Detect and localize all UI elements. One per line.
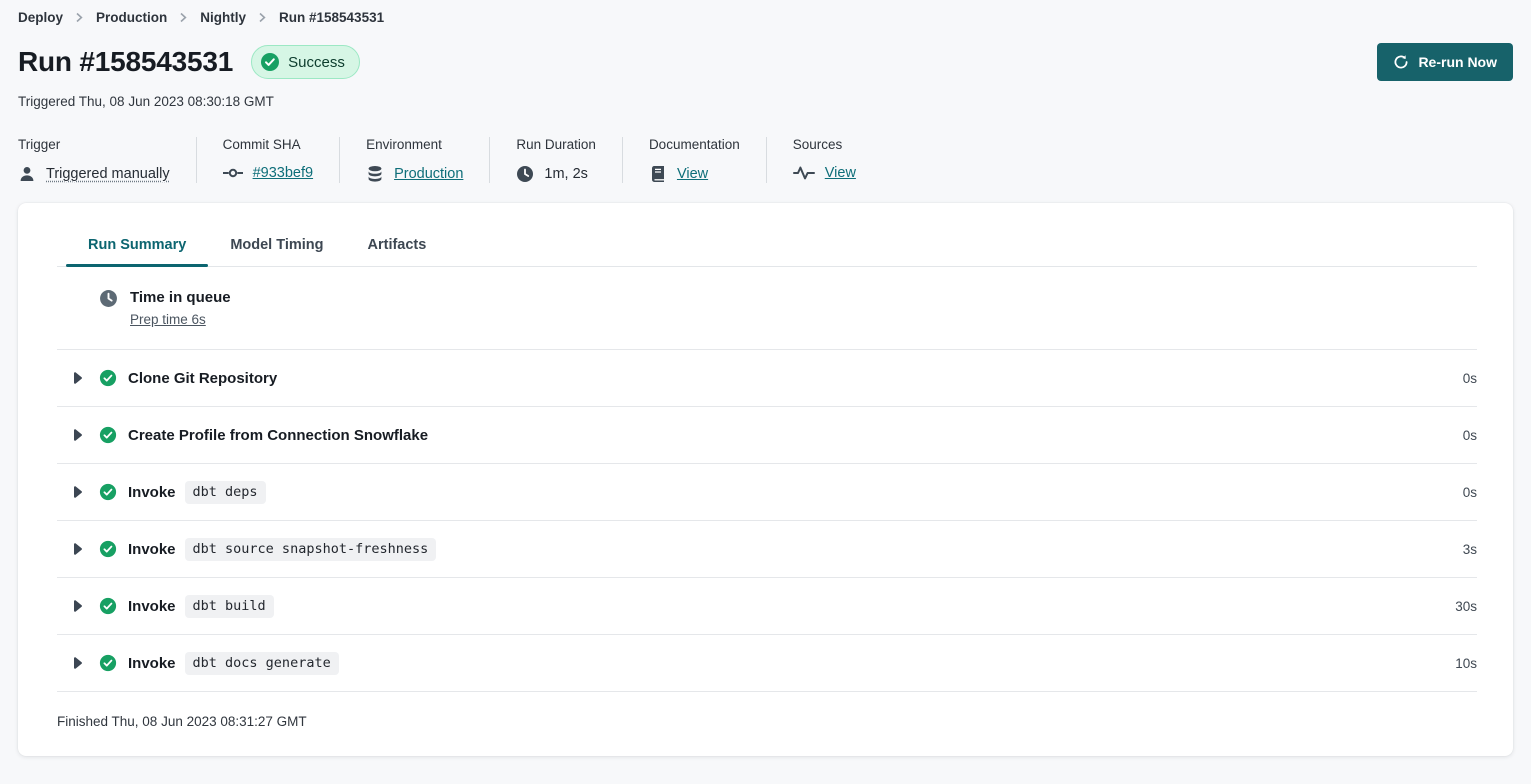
rerun-now-button[interactable]: Re-run Now	[1377, 43, 1513, 81]
chevron-right-icon	[179, 12, 188, 23]
expand-caret-icon[interactable]	[73, 543, 85, 555]
success-check-icon	[99, 540, 117, 558]
page-header: Deploy Production Nightly Run #158543531…	[0, 0, 1531, 183]
meta-run-duration: Run Duration 1m, 2s	[489, 137, 622, 183]
step-duration: 10s	[1455, 656, 1477, 671]
title-row: Run #158543531 Success Re-run Now	[18, 43, 1513, 81]
success-check-icon	[99, 597, 117, 615]
sources-view-link[interactable]: View	[825, 165, 856, 181]
tab-model-timing[interactable]: Model Timing	[208, 225, 345, 266]
time-in-queue-row: Time in queue Prep time 6s	[57, 267, 1477, 350]
step-row-docs-generate: Invoke dbt docs generate 10s	[57, 635, 1477, 692]
success-check-icon	[99, 369, 117, 387]
run-meta-row: Trigger Triggered manually Commit SHA #9…	[18, 137, 1513, 183]
meta-commit-label: Commit SHA	[223, 137, 313, 152]
tab-bar: Run Summary Model Timing Artifacts	[57, 225, 1477, 267]
expand-caret-icon[interactable]	[73, 486, 85, 498]
documentation-view-link[interactable]: View	[677, 166, 708, 182]
meta-sources: Sources View	[766, 137, 882, 183]
breadcrumb-current-run: Run #158543531	[279, 10, 384, 25]
breadcrumb: Deploy Production Nightly Run #158543531	[18, 10, 1513, 25]
rerun-now-label: Re-run Now	[1418, 54, 1497, 70]
meta-sources-label: Sources	[793, 137, 856, 152]
step-row-dbt-build: Invoke dbt build 30s	[57, 578, 1477, 635]
meta-environment-label: Environment	[366, 137, 463, 152]
breadcrumb-production[interactable]: Production	[96, 10, 167, 25]
tab-run-summary[interactable]: Run Summary	[66, 225, 208, 266]
person-icon	[18, 165, 36, 183]
queue-clock-icon	[99, 289, 118, 308]
status-badge: Success	[251, 45, 360, 79]
tab-artifacts[interactable]: Artifacts	[346, 225, 449, 266]
chevron-right-icon	[75, 12, 84, 23]
step-duration: 30s	[1455, 599, 1477, 614]
expand-caret-icon[interactable]	[73, 600, 85, 612]
meta-documentation-label: Documentation	[649, 137, 740, 152]
success-check-icon	[99, 426, 117, 444]
expand-caret-icon[interactable]	[73, 372, 85, 384]
step-label: Create Profile from Connection Snowflake	[128, 427, 428, 444]
breadcrumb-deploy[interactable]: Deploy	[18, 10, 63, 25]
step-row-dbt-deps: Invoke dbt deps 0s	[57, 464, 1477, 521]
book-icon	[649, 165, 667, 183]
chevron-right-icon	[258, 12, 267, 23]
clock-icon	[516, 165, 534, 183]
pulse-icon	[793, 165, 815, 181]
step-duration: 0s	[1463, 371, 1477, 386]
step-duration: 3s	[1463, 542, 1477, 557]
step-command-chip: dbt build	[185, 595, 274, 618]
step-duration: 0s	[1463, 428, 1477, 443]
expand-caret-icon[interactable]	[73, 657, 85, 669]
meta-commit-sha: Commit SHA #933bef9	[196, 137, 339, 183]
step-label: Invoke	[128, 655, 176, 672]
expand-caret-icon[interactable]	[73, 429, 85, 441]
page-title: Run #158543531	[18, 46, 233, 78]
database-icon	[366, 165, 384, 183]
commit-icon	[223, 166, 243, 180]
step-command-chip: dbt docs generate	[185, 652, 339, 675]
step-label: Invoke	[128, 484, 176, 501]
queue-title: Time in queue	[130, 289, 231, 306]
success-check-icon	[99, 654, 117, 672]
environment-link[interactable]: Production	[394, 166, 463, 182]
step-row-source-freshness: Invoke dbt source snapshot-freshness 3s	[57, 521, 1477, 578]
finished-timestamp: Finished Thu, 08 Jun 2023 08:31:27 GMT	[57, 692, 1477, 729]
meta-trigger: Trigger Triggered manually	[18, 137, 196, 183]
step-row-create-profile: Create Profile from Connection Snowflake…	[57, 407, 1477, 464]
success-check-icon	[99, 483, 117, 501]
run-summary-card: Run Summary Model Timing Artifacts Time …	[18, 203, 1513, 756]
meta-duration-label: Run Duration	[516, 137, 596, 152]
breadcrumb-nightly[interactable]: Nightly	[200, 10, 246, 25]
run-duration-value: 1m, 2s	[544, 166, 588, 182]
step-command-chip: dbt source snapshot-freshness	[185, 538, 437, 561]
meta-environment: Environment Production	[339, 137, 489, 183]
step-duration: 0s	[1463, 485, 1477, 500]
meta-documentation: Documentation View	[622, 137, 766, 183]
meta-trigger-label: Trigger	[18, 137, 170, 152]
commit-sha-link[interactable]: #933bef9	[253, 165, 313, 181]
step-row-clone-git: Clone Git Repository 0s	[57, 350, 1477, 407]
trigger-value[interactable]: Triggered manually	[46, 166, 170, 182]
triggered-timestamp: Triggered Thu, 08 Jun 2023 08:30:18 GMT	[18, 94, 1513, 109]
prep-time-link[interactable]: Prep time 6s	[130, 312, 206, 327]
refresh-icon	[1393, 54, 1409, 70]
step-command-chip: dbt deps	[185, 481, 266, 504]
step-label: Clone Git Repository	[128, 370, 277, 387]
step-label: Invoke	[128, 598, 176, 615]
step-label: Invoke	[128, 541, 176, 558]
status-badge-label: Success	[288, 54, 345, 71]
success-check-icon	[260, 52, 280, 72]
